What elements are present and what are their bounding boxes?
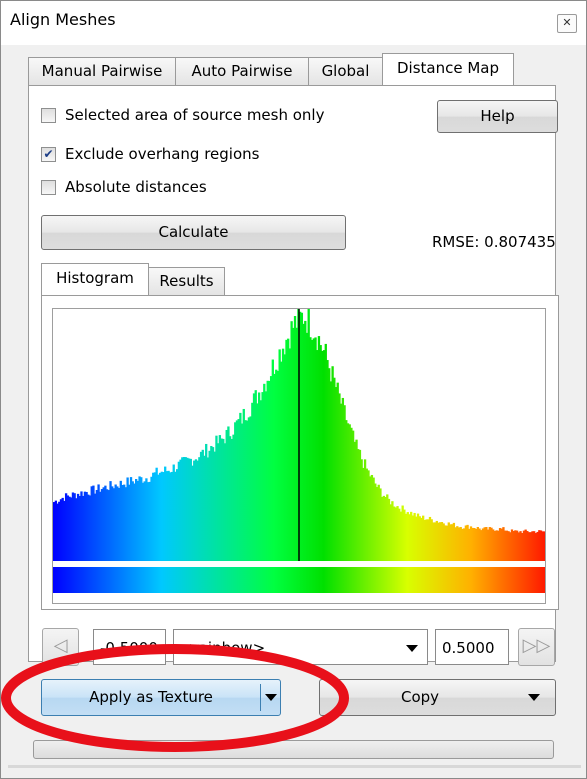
tab-global[interactable]: Global (308, 57, 383, 85)
selected-area-checkbox[interactable] (41, 108, 56, 123)
tab-results[interactable]: Results (148, 267, 225, 295)
chevron-down-icon (406, 645, 418, 652)
exclude-overhang-label: Exclude overhang regions (65, 145, 260, 163)
next-range-button[interactable]: ▷▷ (518, 628, 555, 666)
tab-auto-pairwise[interactable]: Auto Pairwise (175, 57, 309, 85)
calculate-button[interactable]: Calculate (41, 215, 346, 250)
histogram-chart (52, 308, 546, 604)
tab-histogram[interactable]: Histogram (41, 263, 149, 295)
close-icon[interactable]: ✕ (557, 14, 577, 33)
max-range-field[interactable]: 0.5000 (435, 629, 509, 665)
selected-area-label: Selected area of source mesh only (65, 106, 325, 124)
status-strip (8, 765, 581, 768)
histogram-bar (543, 531, 545, 561)
exclude-overhang-checkbox[interactable]: ✔ (41, 147, 56, 162)
window-title: Align Meshes (10, 10, 116, 29)
histogram-svg (53, 309, 545, 593)
tab-distance-map[interactable]: Distance Map (382, 53, 514, 85)
absolute-distances-checkbox[interactable] (41, 180, 56, 195)
rmse-value: RMSE: 0.807435 (432, 233, 556, 251)
annotation-circle (1, 644, 349, 752)
help-button[interactable]: Help (437, 100, 558, 133)
absolute-distances-label: Absolute distances (65, 178, 207, 196)
tab-manual-pairwise[interactable]: Manual Pairwise (28, 57, 176, 85)
chevron-down-icon (528, 694, 540, 701)
colormap-bar (53, 567, 545, 593)
